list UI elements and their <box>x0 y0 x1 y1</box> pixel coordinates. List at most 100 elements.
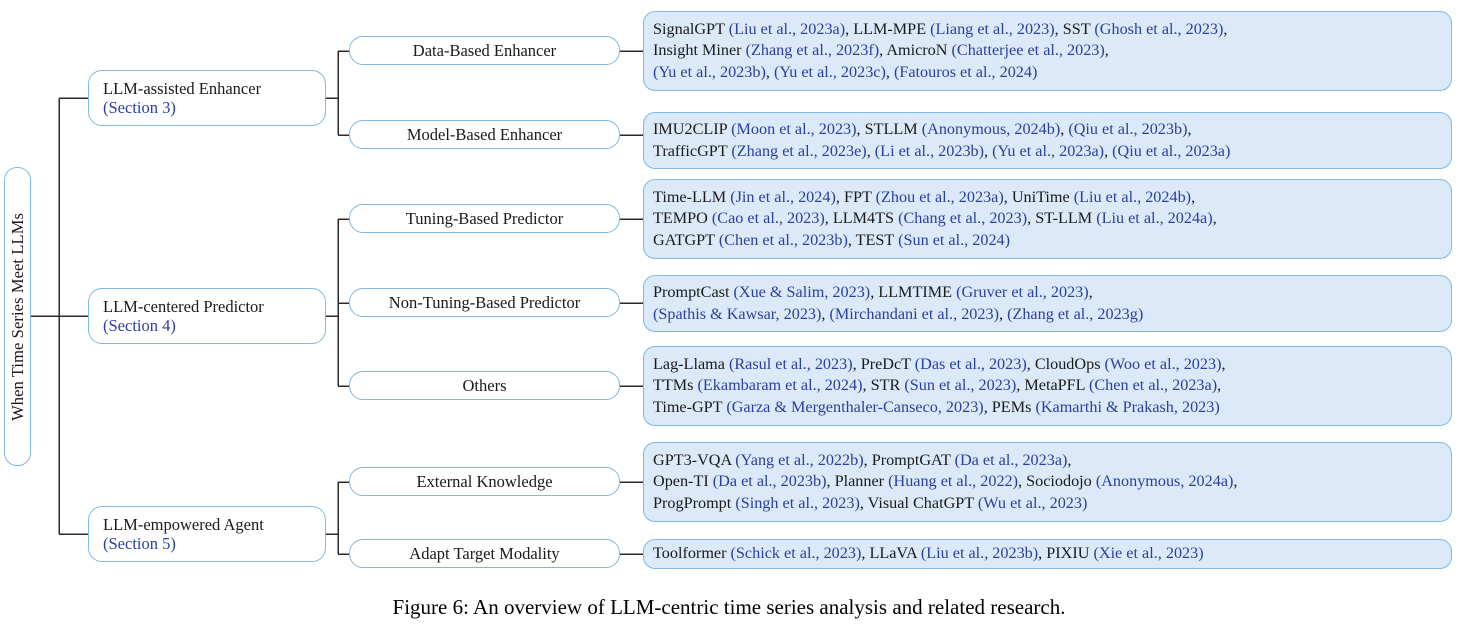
citation-text: (Wu et al., 2023) <box>977 493 1088 512</box>
category-node-llm-empowered-agent[interactable]: LLM-empowered Agent (Section 5) <box>88 506 326 562</box>
method-name: , STR <box>862 376 905 395</box>
citation-text: (Zhou et al., 2023a) <box>875 188 1004 207</box>
method-name: Lag-Llama <box>653 355 729 374</box>
method-name: Toolformer <box>653 544 731 563</box>
subcategory-node-model-based-enhancer[interactable]: Model-Based Enhancer <box>349 120 620 149</box>
method-name: Time-GPT <box>653 397 727 416</box>
subcategory-label: Tuning-Based Predictor <box>405 208 564 228</box>
citation-text: (Zhang et al., 2023f) <box>745 41 880 60</box>
reference-box-adapt-target-modality[interactable]: Toolformer (Schick et al., 2023), LLaVA … <box>643 539 1452 569</box>
subcategory-label: Data-Based Enhancer <box>412 40 557 60</box>
method-name: , <box>1233 472 1238 491</box>
citation-text: (Sun et al., 2024) <box>898 230 1011 249</box>
method-name: TEMPO <box>653 209 712 228</box>
method-name: , PromptGAT <box>863 451 955 470</box>
subcategory-label: Adapt Target Modality <box>409 543 560 563</box>
citation-text: (Yang et al., 2022b) <box>735 451 864 470</box>
citation-text: (Chen et al., 2023a) <box>1088 376 1218 395</box>
reference-line: GPT3-VQA (Yang et al., 2022b), PromptGAT… <box>653 450 1071 471</box>
reference-line: Lag-Llama (Rasul et al., 2023), PreDcT (… <box>653 354 1226 375</box>
method-name: Time-LLM <box>653 188 731 207</box>
method-name: ProgPrompt <box>653 493 736 512</box>
method-name: TTMs <box>653 376 698 395</box>
category-title: LLM-assisted Enhancer <box>103 78 262 98</box>
citation-text: (Li et al., 2023b) <box>874 141 985 160</box>
category-node-llm-assisted-enhancer[interactable]: LLM-assisted Enhancer (Section 3) <box>88 70 326 126</box>
category-section: (Section 4) <box>103 316 176 335</box>
method-name: , PreDcT <box>852 355 915 374</box>
method-name: , <box>1223 20 1228 39</box>
method-name: Open-TI <box>653 472 713 491</box>
citation-text: (Spathis & Kawsar, 2023) <box>653 304 822 323</box>
citation-text: (Mirchandani et al., 2023) <box>829 304 999 323</box>
subcategory-label: External Knowledge <box>416 471 553 491</box>
method-name: , <box>1191 188 1196 207</box>
citation-text: (Liu et al., 2023b) <box>920 544 1039 563</box>
citation-text: (Da et al., 2023a) <box>954 451 1068 470</box>
citation-text: (Singh et al., 2023) <box>735 493 860 512</box>
method-name: , <box>1067 451 1072 470</box>
subcategory-node-others[interactable]: Others <box>349 371 620 400</box>
method-name: , <box>1088 283 1093 302</box>
reference-line: PromptCast (Xue & Salim, 2023), LLMTIME … <box>653 282 1093 303</box>
citation-text: (Das et al., 2023) <box>914 355 1027 374</box>
citation-text: (Gruver et al., 2023) <box>956 283 1089 302</box>
method-name: Insight Miner <box>653 41 746 60</box>
subcategory-node-data-based-enhancer[interactable]: Data-Based Enhancer <box>349 36 620 65</box>
method-name: , <box>1217 376 1222 395</box>
method-name: TrafficGPT <box>653 141 732 160</box>
method-name: GPT3-VQA <box>653 451 736 470</box>
citation-text: (Liu et al., 2023a) <box>728 20 846 39</box>
method-name: , <box>866 141 875 160</box>
subcategory-node-external-knowledge[interactable]: External Knowledge <box>349 467 620 496</box>
category-node-llm-centered-predictor[interactable]: LLM-centered Predictor (Section 4) <box>88 288 326 344</box>
method-name: , PIXIU <box>1038 544 1094 563</box>
reference-line: IMU2CLIP (Moon et al., 2023), STLLM (Ano… <box>653 119 1192 140</box>
category-title: LLM-empowered Agent <box>103 514 264 534</box>
reference-box-external-knowledge[interactable]: GPT3-VQA (Yang et al., 2022b), PromptGAT… <box>643 442 1452 522</box>
citation-text: (Woo et al., 2023) <box>1104 355 1222 374</box>
root-node[interactable]: When Time Series Meet LLMs <box>4 167 31 466</box>
reference-box-data-based-enhancer[interactable]: SignalGPT (Liu et al., 2023a), LLM-MPE (… <box>643 11 1452 91</box>
method-name: SignalGPT <box>653 20 729 39</box>
reference-line: Open-TI (Da et al., 2023b), Planner (Hua… <box>653 471 1237 492</box>
citation-text: (Yu et al., 2023c) <box>773 62 886 81</box>
subcategory-label: Non-Tuning-Based Predictor <box>388 292 581 312</box>
citation-text: (Ghosh et al., 2023) <box>1094 20 1224 39</box>
citation-text: (Qiu et al., 2023a) <box>1112 141 1231 160</box>
citation-text: (Anonymous, 2024b) <box>921 120 1061 139</box>
method-name: , Visual ChatGPT <box>859 493 978 512</box>
citation-text: (Zhang et al., 2023e) <box>731 141 867 160</box>
method-name: , <box>765 62 774 81</box>
subcategory-node-tuning-based-predictor[interactable]: Tuning-Based Predictor <box>349 204 620 233</box>
reference-box-others[interactable]: Lag-Llama (Rasul et al., 2023), PreDcT (… <box>643 346 1452 426</box>
citation-text: (Xie et al., 2023) <box>1093 544 1204 563</box>
reference-line: Toolformer (Schick et al., 2023), LLaVA … <box>653 543 1204 564</box>
method-name: GATGPT <box>653 230 719 249</box>
citation-text: (Yu et al., 2023a) <box>992 141 1105 160</box>
reference-line: GATGPT (Chen et al., 2023b), TEST (Sun e… <box>653 230 1010 251</box>
citation-text: (Liu et al., 2024a) <box>1096 209 1213 228</box>
reference-line: Time-GPT (Garza & Mergenthaler-Canseco, … <box>653 397 1220 418</box>
citation-text: (Liang et al., 2023) <box>930 20 1055 39</box>
citation-text: (Zhang et al., 2023g) <box>1007 304 1144 323</box>
citation-text: (Fatouros et al., 2024) <box>893 62 1038 81</box>
figure-caption: Figure 6: An overview of LLM-centric tim… <box>392 595 1066 619</box>
citation-text: (Liu et al., 2024b) <box>1073 188 1192 207</box>
reference-box-tuning-based-predictor[interactable]: Time-LLM (Jin et al., 2024), FPT (Zhou e… <box>643 179 1452 259</box>
reference-line: TTMs (Ekambaram et al., 2024), STR (Sun … <box>653 375 1221 396</box>
method-name: , FPT <box>835 188 876 207</box>
subcategory-node-non-tuning-based-predictor[interactable]: Non-Tuning-Based Predictor <box>349 288 620 317</box>
method-name: , Planner <box>826 472 889 491</box>
citation-text: (Chang et al., 2023) <box>898 209 1028 228</box>
citation-text: (Cao et al., 2023) <box>711 209 825 228</box>
reference-box-non-tuning-based-predictor[interactable]: PromptCast (Xue & Salim, 2023), LLMTIME … <box>643 275 1452 332</box>
method-name: , SST <box>1054 20 1095 39</box>
reference-line: TrafficGPT (Zhang et al., 2023e), (Li et… <box>653 141 1230 162</box>
method-name: , LLaVA <box>861 544 921 563</box>
reference-box-model-based-enhancer[interactable]: IMU2CLIP (Moon et al., 2023), STLLM (Ano… <box>643 112 1452 169</box>
taxonomy-figure: When Time Series Meet LLMs LLM-assisted … <box>0 0 1458 632</box>
reference-line: ProgPrompt (Singh et al., 2023), Visual … <box>653 493 1087 514</box>
subcategory-node-adapt-target-modality[interactable]: Adapt Target Modality <box>349 539 620 568</box>
method-name: PromptCast <box>653 283 734 302</box>
